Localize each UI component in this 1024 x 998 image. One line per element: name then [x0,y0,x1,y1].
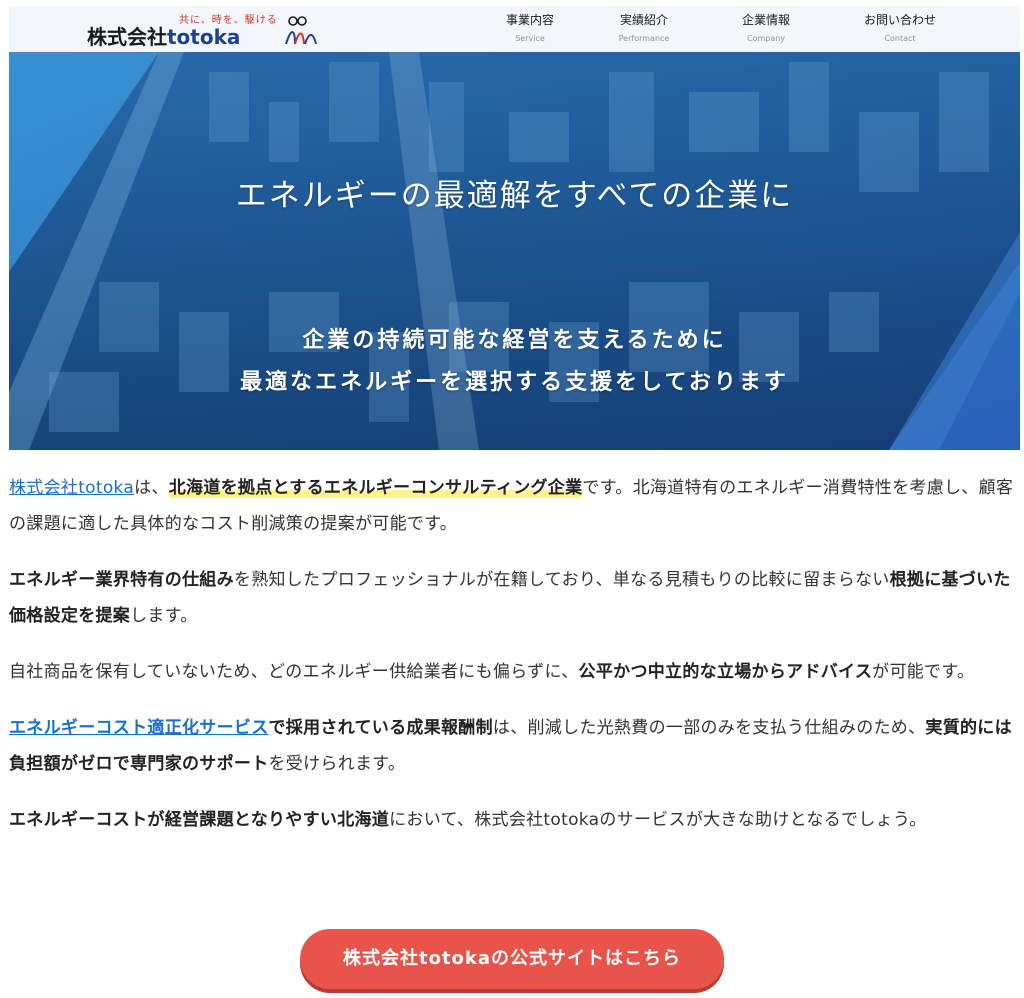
nav-item-service[interactable]: 事業内容 Service [475,12,585,46]
bold-text: エネルギー業界特有の仕組み [9,570,234,590]
company-logo[interactable]: 共に、時を、駆ける 株式会社totoka [87,10,317,50]
company-link[interactable]: 株式会社totoka [9,478,134,498]
nav-sublabel: Service [515,34,545,43]
text: は、 [134,478,169,498]
logo-name: 株式会社totoka [87,25,240,49]
article-body: 株式会社totokaは、北海道を拠点とするエネルギーコンサルティング企業です。北… [9,470,1015,858]
nav-label: お問い合わせ [863,13,936,27]
logo-name-jp: 株式会社 [87,25,167,49]
nav-sublabel: Performance [618,34,670,43]
hero-subtitle-line2: 最適なエネルギーを選択する支援をしております [240,370,789,395]
site-header: 共に、時を、駆ける 株式会社totoka 事業内容 Service 実績紹介 P… [9,6,1020,52]
bold-text: エネルギーコストが経営課題となりやすい北海道 [9,810,390,830]
paragraph-summary: エネルギーコストが経営課題となりやすい北海道において、株式会社totokaのサー… [9,802,1015,838]
logo-tagline: 共に、時を、駆ける [179,15,278,26]
logo-mark-icon [285,16,317,45]
text: 自社商品を保有していないため、どのエネルギー供給業者にも偏らずに、 [9,662,579,682]
nav-sublabel: Company [746,34,786,43]
hero-banner: エネルギーの最適解をすべての企業に 企業の持続可能な経営を支えるために 最適なエ… [9,52,1020,450]
highlight-text: 北海道を拠点とするエネルギーコンサルティング企業 [168,478,583,498]
text: は、削減した光熱費の一部のみを支払う仕組みのため、 [492,718,926,738]
nav-item-company[interactable]: 企業情報 Company [711,12,821,46]
hero-subtitle-line1: 企業の持続可能な経営を支えるために [302,328,727,353]
paragraph-neutrality: 自社商品を保有していないため、どのエネルギー供給業者にも偏らずに、公平かつ中立的… [9,654,1015,690]
paragraph-intro: 株式会社totokaは、北海道を拠点とするエネルギーコンサルティング企業です。北… [9,470,1015,542]
logo-name-latin: totoka [167,25,241,49]
bold-text: 公平かつ中立的な立場からアドバイス [578,662,873,682]
official-site-button[interactable]: 株式会社totokaの公式サイトはこちら [300,929,724,989]
nav-item-contact[interactable]: お問い合わせ Contact [845,12,955,46]
text: します。 [130,606,198,626]
nav-label: 事業内容 [505,13,554,27]
hero-card: 共に、時を、駆ける 株式会社totoka 事業内容 Service 実績紹介 P… [9,6,1020,450]
text: を熟知したプロフェッショナルが在籍しており、単なる見積もりの比較に留まらない [233,570,890,590]
nav-sublabel: Contact [884,34,916,43]
nav-label: 企業情報 [741,13,790,27]
nav-label: 実績紹介 [619,13,668,27]
service-link[interactable]: エネルギーコスト適正化サービス [9,718,269,738]
paragraph-expertise: エネルギー業界特有の仕組みを熟知したプロフェッショナルが在籍しており、単なる見積… [9,562,1015,634]
nav-item-performance[interactable]: 実績紹介 Performance [589,12,699,46]
text: が可能です。 [872,662,975,682]
text: において、株式会社totokaのサービスが大きな助けとなるでしょう。 [389,810,927,830]
cta-container: 株式会社totokaの公式サイトはこちら [0,929,1024,989]
bold-text: で採用されている成果報酬制 [268,718,493,738]
paragraph-pricing: エネルギーコスト適正化サービスで採用されている成果報酬制は、削減した光熱費の一部… [9,710,1015,782]
text: を受けられます。 [268,754,406,774]
hero-title: エネルギーの最適解をすべての企業に [235,178,794,214]
